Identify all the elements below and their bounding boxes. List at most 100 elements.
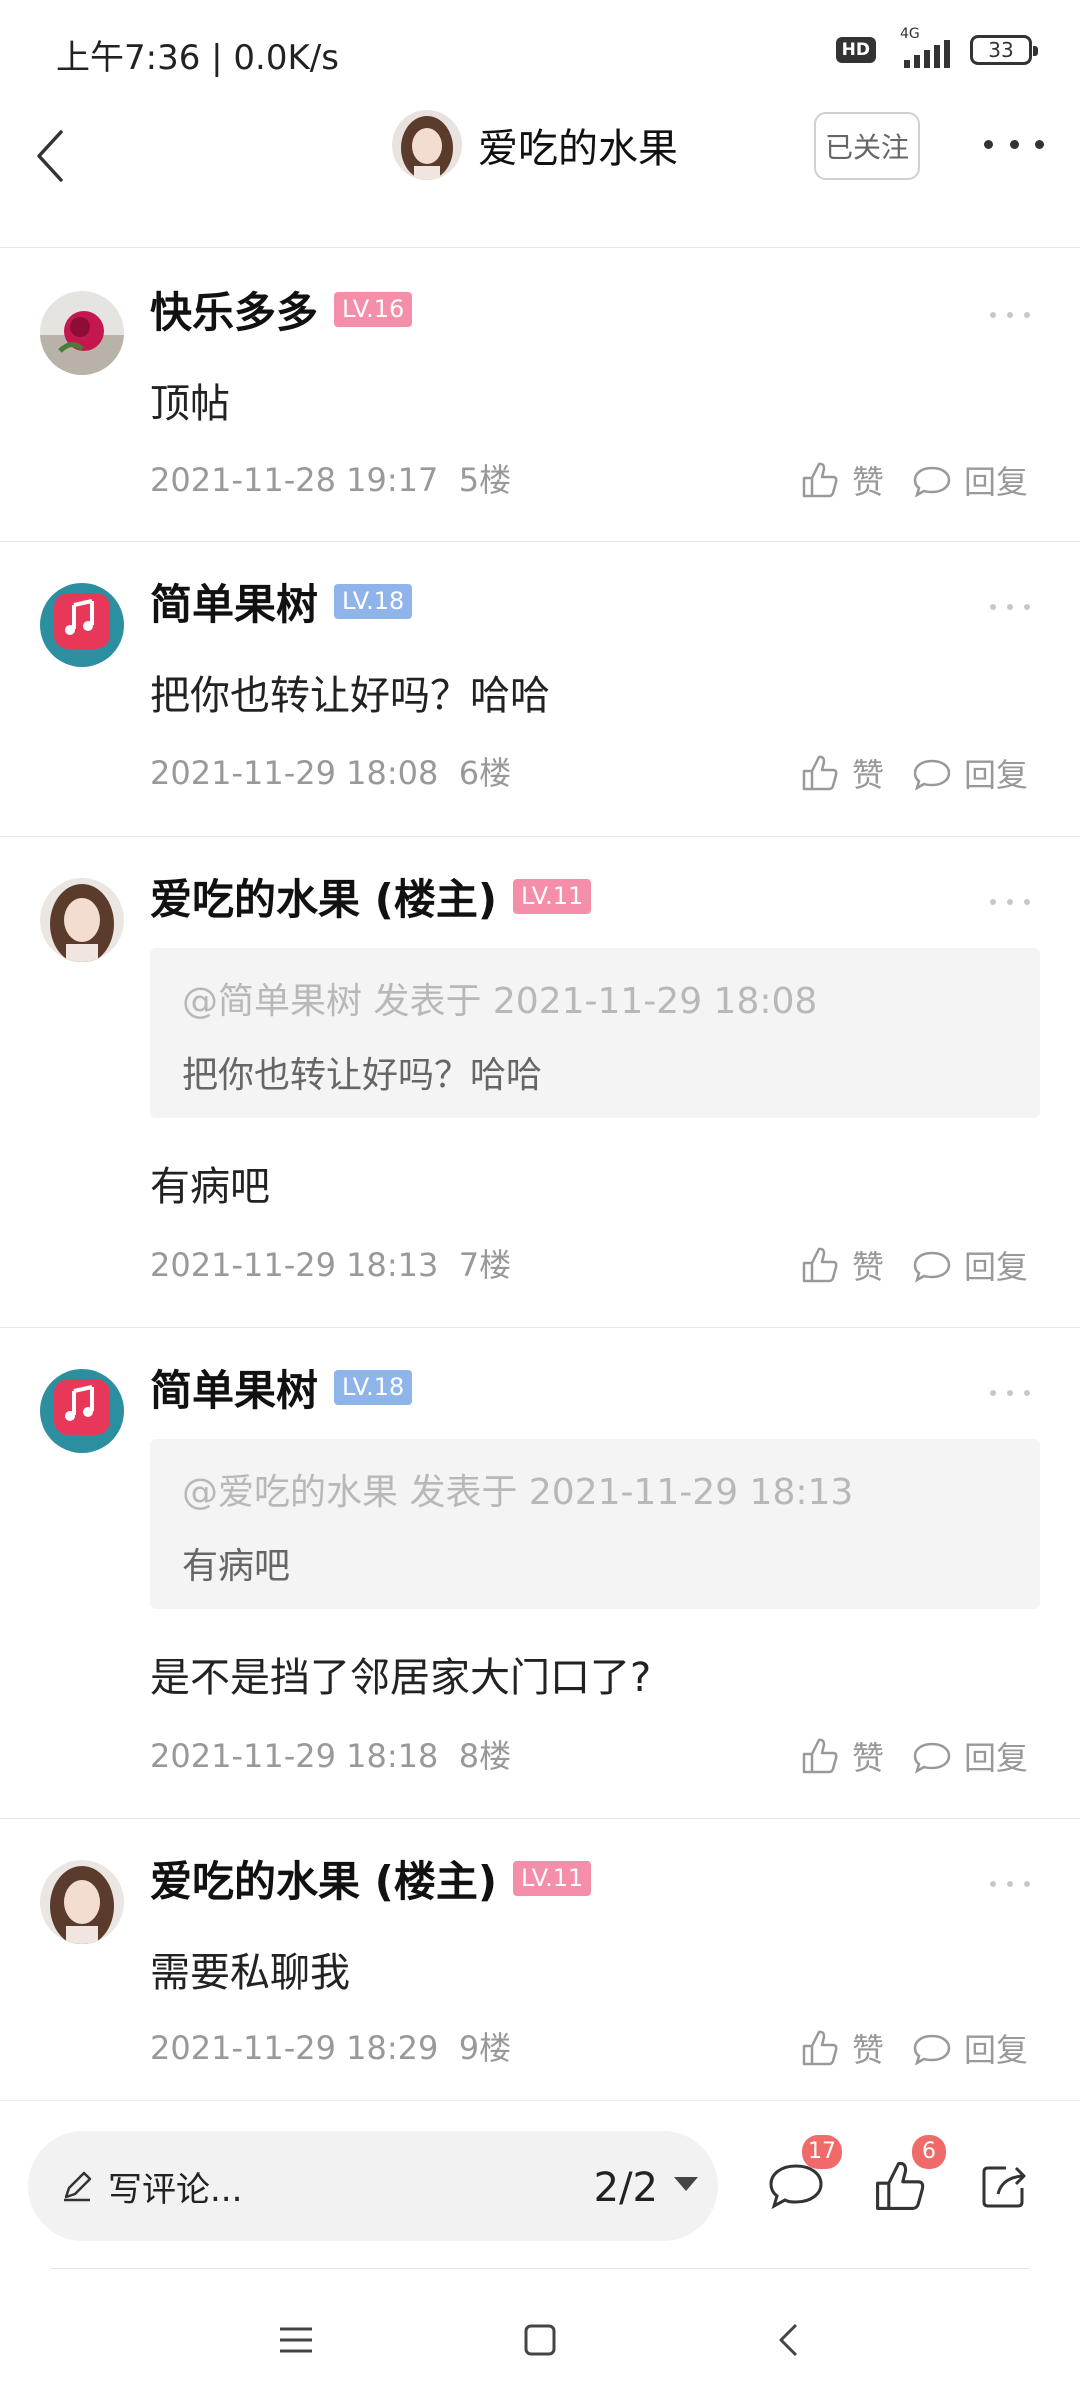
comment-bubble-icon bbox=[913, 759, 951, 791]
reply-label: 回复 bbox=[964, 756, 1029, 794]
battery-icon: 33 bbox=[970, 35, 1038, 65]
comment-input-placeholder: 写评论... bbox=[108, 2169, 243, 2210]
like-post-button[interactable]: 6 bbox=[860, 2135, 946, 2231]
quoted-comment[interactable]: @爱吃的水果 发表于 2021-11-29 18:13 有病吧 bbox=[150, 1439, 1040, 1609]
comment-meta: 2021-11-29 18:08 6楼 bbox=[150, 748, 511, 794]
comment-more-button[interactable] bbox=[990, 601, 1030, 613]
chevron-left-icon bbox=[779, 2323, 798, 2357]
comment-date: 2021-11-29 18:29 bbox=[150, 2029, 439, 2067]
reply-button[interactable]: 回复 bbox=[912, 457, 1028, 503]
comment-meta: 2021-11-29 18:29 9楼 bbox=[150, 2023, 511, 2069]
more-options-button[interactable] bbox=[984, 124, 1044, 164]
username-row: 快乐多多 LV.16 bbox=[150, 279, 413, 340]
battery-level: 33 bbox=[988, 38, 1014, 62]
like-button[interactable]: 赞 bbox=[800, 1733, 884, 1779]
avatar[interactable] bbox=[40, 583, 124, 667]
username[interactable]: 爱吃的水果 (楼主) bbox=[150, 1848, 497, 1909]
comment-floor: 8楼 bbox=[458, 1737, 512, 1775]
reply-label: 回复 bbox=[964, 1739, 1029, 1777]
follow-button[interactable]: 已关注 bbox=[814, 112, 920, 180]
thumbs-up-icon bbox=[802, 2030, 838, 2066]
back-button[interactable] bbox=[20, 116, 80, 196]
share-icon bbox=[982, 2166, 1026, 2208]
page-title: 爱吃的水果 bbox=[478, 126, 678, 172]
quote-header: @简单果树 发表于 2021-11-29 18:08 bbox=[182, 981, 818, 1022]
comment-date: 2021-11-29 18:13 bbox=[150, 1246, 439, 1284]
username[interactable]: 爱吃的水果 (楼主) bbox=[150, 866, 497, 927]
like-button[interactable]: 赞 bbox=[800, 2025, 884, 2071]
like-label: 赞 bbox=[852, 463, 885, 501]
thumbs-up-icon bbox=[802, 1247, 838, 1283]
like-button[interactable]: 赞 bbox=[800, 457, 884, 503]
comment-more-button[interactable] bbox=[990, 1878, 1030, 1890]
comment-more-button[interactable] bbox=[990, 309, 1030, 321]
divider bbox=[50, 2268, 1030, 2269]
reply-button[interactable]: 回复 bbox=[912, 1242, 1028, 1288]
home-nav-button[interactable] bbox=[510, 2310, 570, 2370]
header: 爱吃的水果 已关注 bbox=[0, 100, 1080, 248]
avatar[interactable] bbox=[40, 1860, 124, 1944]
quote-text: 把你也转让好吗？哈哈 bbox=[182, 1055, 543, 1096]
chevron-left-icon bbox=[37, 130, 63, 182]
quote-text: 有病吧 bbox=[182, 1546, 291, 1587]
avatar[interactable] bbox=[40, 1369, 124, 1453]
more-dot bbox=[984, 139, 993, 149]
status-indicators: HD 4G 33 bbox=[835, 26, 1038, 68]
comment-input[interactable]: 写评论... 2/2 bbox=[28, 2131, 718, 2241]
header-user[interactable]: 爱吃的水果 bbox=[392, 110, 678, 180]
thumbs-up-icon bbox=[802, 462, 838, 498]
username-row: 爱吃的水果 (楼主) LV.11 bbox=[150, 1848, 592, 1909]
username-row: 简单果树 LV.18 bbox=[150, 1357, 413, 1418]
reply-button[interactable]: 回复 bbox=[912, 1733, 1028, 1779]
avatar[interactable] bbox=[392, 110, 462, 180]
avatar[interactable] bbox=[40, 878, 124, 962]
like-label: 赞 bbox=[852, 1739, 885, 1777]
like-button[interactable]: 赞 bbox=[800, 1242, 884, 1288]
system-nav-bar bbox=[0, 2280, 1080, 2400]
bottom-action-bar: 写评论... 2/2 17 6 bbox=[0, 2100, 1080, 2270]
reply-button[interactable]: 回复 bbox=[912, 2025, 1028, 2071]
like-count-badge: 6 bbox=[912, 2135, 946, 2169]
thumbs-up-icon bbox=[802, 1738, 838, 1774]
comment-item: 简单果树 LV.18 @爱吃的水果 发表于 2021-11-29 18:13 有… bbox=[0, 1329, 1080, 1819]
comment-actions: 赞 回复 bbox=[800, 1242, 1028, 1288]
share-button[interactable] bbox=[964, 2141, 1044, 2231]
comment-meta: 2021-11-28 19:17 5楼 bbox=[150, 455, 511, 501]
comment-floor: 7楼 bbox=[458, 1246, 512, 1284]
comment-item: 爱吃的水果 (楼主) LV.11 需要私聊我 2021-11-29 18:29 … bbox=[0, 1820, 1080, 2100]
username[interactable]: 简单果树 bbox=[150, 571, 318, 632]
menu-nav-button[interactable] bbox=[266, 2310, 326, 2370]
status-bar: 上午7:36 | 0.0K/s HD 4G 33 bbox=[0, 0, 1080, 100]
level-badge: LV.11 bbox=[513, 1861, 592, 1896]
comment-floor: 9楼 bbox=[458, 2029, 512, 2067]
comment-bubble-icon bbox=[913, 2034, 951, 2066]
comment-date: 2021-11-29 18:18 bbox=[150, 1737, 439, 1775]
comment-actions: 赞 回复 bbox=[800, 2025, 1028, 2071]
comment-more-button[interactable] bbox=[990, 896, 1030, 908]
reply-label: 回复 bbox=[964, 1248, 1029, 1286]
thumbs-up-icon bbox=[802, 755, 838, 791]
username-row: 爱吃的水果 (楼主) LV.11 bbox=[150, 866, 592, 927]
quote-header: @爱吃的水果 发表于 2021-11-29 18:13 bbox=[182, 1472, 854, 1513]
comments-button[interactable]: 17 bbox=[756, 2135, 842, 2231]
reply-button[interactable]: 回复 bbox=[912, 750, 1028, 796]
like-button[interactable]: 赞 bbox=[800, 750, 884, 796]
more-dot bbox=[1035, 139, 1044, 149]
caret-down-icon[interactable] bbox=[674, 2177, 698, 2191]
like-label: 赞 bbox=[852, 2031, 885, 2069]
comment-meta: 2021-11-29 18:13 7楼 bbox=[150, 1240, 511, 1286]
comment-more-button[interactable] bbox=[990, 1387, 1030, 1399]
username[interactable]: 快乐多多 bbox=[150, 279, 318, 340]
avatar[interactable] bbox=[40, 291, 124, 375]
comment-text: 需要私聊我 bbox=[150, 1950, 350, 1996]
comment-text: 有病吧 bbox=[150, 1164, 270, 1210]
comment-item: 爱吃的水果 (楼主) LV.11 @简单果树 发表于 2021-11-29 18… bbox=[0, 838, 1080, 1328]
page-indicator[interactable]: 2/2 bbox=[594, 2165, 658, 2211]
back-nav-button[interactable] bbox=[758, 2310, 818, 2370]
level-badge: LV.18 bbox=[334, 1370, 413, 1405]
comment-text: 顶帖 bbox=[150, 381, 230, 427]
like-label: 赞 bbox=[852, 1248, 885, 1286]
pencil-icon bbox=[64, 2171, 92, 2202]
username[interactable]: 简单果树 bbox=[150, 1357, 318, 1418]
quoted-comment[interactable]: @简单果树 发表于 2021-11-29 18:08 把你也转让好吗？哈哈 bbox=[150, 948, 1040, 1118]
